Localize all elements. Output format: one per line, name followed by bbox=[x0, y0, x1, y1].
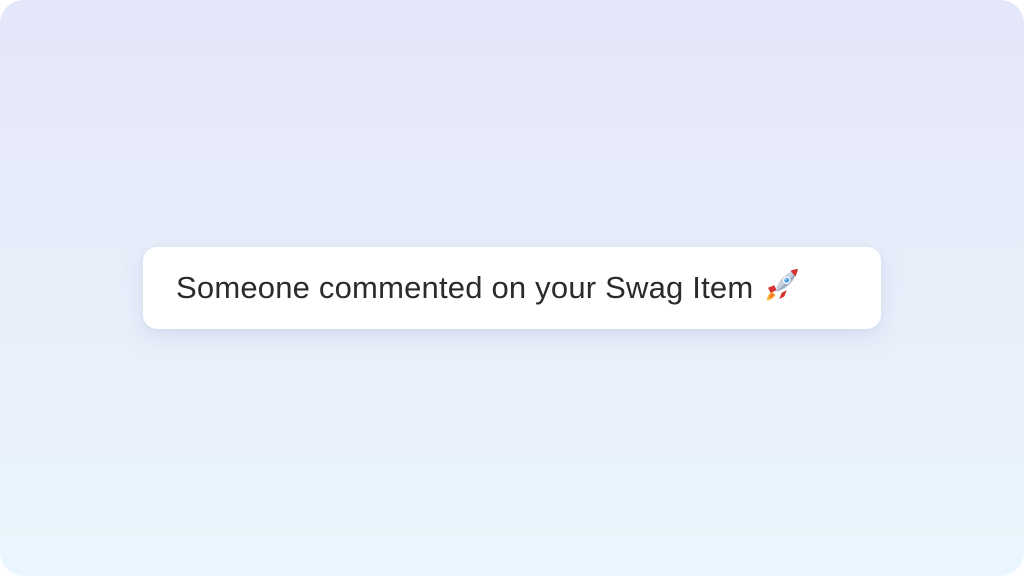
notification-message: Someone commented on your Swag Item bbox=[176, 270, 754, 305]
background-canvas: Someone commented on your Swag Item bbox=[0, 0, 1024, 576]
notification-toast[interactable]: Someone commented on your Swag Item bbox=[143, 247, 881, 329]
rocket-icon bbox=[763, 264, 803, 304]
